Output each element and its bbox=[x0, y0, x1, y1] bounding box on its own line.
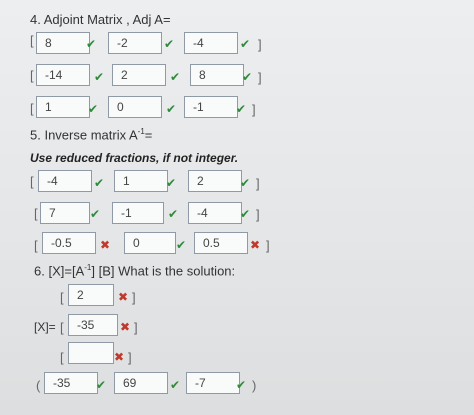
q5-r2c3-input[interactable]: -4 bbox=[188, 202, 242, 224]
q5-row2-close-bracket: ] bbox=[256, 207, 260, 222]
check-icon: ✔ bbox=[96, 378, 107, 392]
q6-x3-input[interactable] bbox=[68, 342, 114, 364]
final-c1-input[interactable]: -35 bbox=[44, 372, 98, 394]
q4-r1c3-input[interactable]: -4 bbox=[184, 32, 238, 54]
q4-r2c3-input[interactable]: 8 bbox=[190, 64, 244, 86]
q6-x1-open-bracket: [ bbox=[60, 290, 64, 305]
q4-row3-open-bracket: [ bbox=[30, 101, 34, 116]
q4-r3c2-input[interactable]: 0 bbox=[108, 96, 162, 118]
q4-row3-close-bracket: ] bbox=[252, 102, 256, 117]
check-icon: ✔ bbox=[240, 37, 251, 51]
check-icon: ✔ bbox=[166, 102, 177, 116]
q5-r1c2-input[interactable]: 1 bbox=[114, 170, 168, 192]
cross-icon: ✖ bbox=[114, 350, 125, 364]
q5-heading: 5. Inverse matrix A-1= bbox=[30, 127, 152, 142]
q6-x-label: [X]= bbox=[34, 320, 56, 334]
final-c3-input[interactable]: -7 bbox=[186, 372, 240, 394]
check-icon: ✔ bbox=[170, 70, 181, 84]
q6-x1-close-bracket: ] bbox=[132, 290, 136, 305]
check-icon: ✔ bbox=[236, 102, 247, 116]
check-icon: ✔ bbox=[94, 70, 105, 84]
q6-x3-open-bracket: [ bbox=[60, 350, 64, 365]
check-icon: ✔ bbox=[240, 207, 251, 221]
q6-x1-input[interactable]: 2 bbox=[68, 284, 114, 306]
check-icon: ✔ bbox=[240, 176, 251, 190]
q5-instruction: Use reduced fractions, if not integer. bbox=[30, 151, 239, 165]
q4-r2c2-input[interactable]: 2 bbox=[112, 64, 166, 86]
q4-r1c1-input[interactable]: 8 bbox=[36, 32, 90, 54]
q5-heading-suffix: = bbox=[144, 127, 153, 143]
check-icon: ✔ bbox=[88, 102, 99, 116]
q6-x2-input[interactable]: -35 bbox=[68, 314, 118, 336]
check-icon: ✔ bbox=[90, 207, 101, 221]
q4-r2c1-input[interactable]: -14 bbox=[36, 64, 90, 86]
q5-r3c3-input[interactable]: 0.5 bbox=[194, 232, 248, 254]
q6-x2-open-bracket: [ bbox=[60, 320, 64, 335]
q6-x3-close-bracket: ] bbox=[128, 350, 132, 365]
q4-r1c2-input[interactable]: -2 bbox=[108, 32, 162, 54]
q5-heading-text: 5. Inverse matrix A bbox=[30, 127, 138, 143]
final-open-paren: ( bbox=[36, 378, 41, 393]
q5-r2c1-input[interactable]: 7 bbox=[40, 202, 90, 224]
check-icon: ✔ bbox=[86, 37, 97, 51]
q5-row2-open-bracket: [ bbox=[34, 206, 38, 221]
check-icon: ✔ bbox=[236, 378, 247, 392]
cross-icon: ✖ bbox=[100, 238, 111, 252]
check-icon: ✔ bbox=[166, 176, 177, 190]
q5-r1c1-input[interactable]: -4 bbox=[38, 170, 92, 192]
cross-icon: ✖ bbox=[250, 238, 261, 252]
check-icon: ✔ bbox=[170, 378, 181, 392]
q5-row1-close-bracket: ] bbox=[256, 176, 260, 191]
q5-r1c3-input[interactable]: 2 bbox=[188, 170, 242, 192]
q5-r3c2-input[interactable]: 0 bbox=[124, 232, 176, 254]
cross-icon: ✖ bbox=[118, 290, 129, 304]
q4-row1-open-bracket: [ bbox=[30, 33, 34, 48]
final-close-paren: ) bbox=[252, 378, 257, 393]
q4-r3c1-input[interactable]: 1 bbox=[36, 96, 90, 118]
q4-r3c3-input[interactable]: -1 bbox=[184, 96, 238, 118]
cross-icon: ✖ bbox=[120, 320, 131, 334]
q5-row1-open-bracket: [ bbox=[30, 174, 34, 189]
q5-heading-superscript: -1 bbox=[137, 127, 145, 136]
q5-row3-open-bracket: [ bbox=[34, 238, 38, 253]
check-icon: ✔ bbox=[94, 176, 105, 190]
q6-heading-text: 6. [X]=[A bbox=[34, 263, 85, 279]
check-icon: ✔ bbox=[164, 37, 175, 51]
check-icon: ✔ bbox=[168, 207, 179, 221]
q4-row1-close-bracket: ] bbox=[258, 37, 262, 52]
q5-r3c1-input[interactable]: -0.5 bbox=[42, 232, 96, 254]
q5-r2c2-input[interactable]: -1 bbox=[112, 202, 164, 224]
check-icon: ✔ bbox=[242, 70, 253, 84]
q6-heading-suffix: ] [B] What is the solution: bbox=[91, 263, 236, 279]
check-icon: ✔ bbox=[176, 238, 187, 252]
q4-heading: 4. Adjoint Matrix , Adj A= bbox=[30, 12, 171, 27]
q5-row3-close-bracket: ] bbox=[266, 238, 270, 253]
q4-row2-open-bracket: [ bbox=[30, 68, 34, 83]
q6-heading: 6. [X]=[A-1] [B] What is the solution: bbox=[34, 263, 235, 278]
final-c2-input[interactable]: 69 bbox=[114, 372, 168, 394]
q4-row2-close-bracket: ] bbox=[258, 70, 262, 85]
q6-x2-close-bracket: ] bbox=[134, 320, 138, 335]
